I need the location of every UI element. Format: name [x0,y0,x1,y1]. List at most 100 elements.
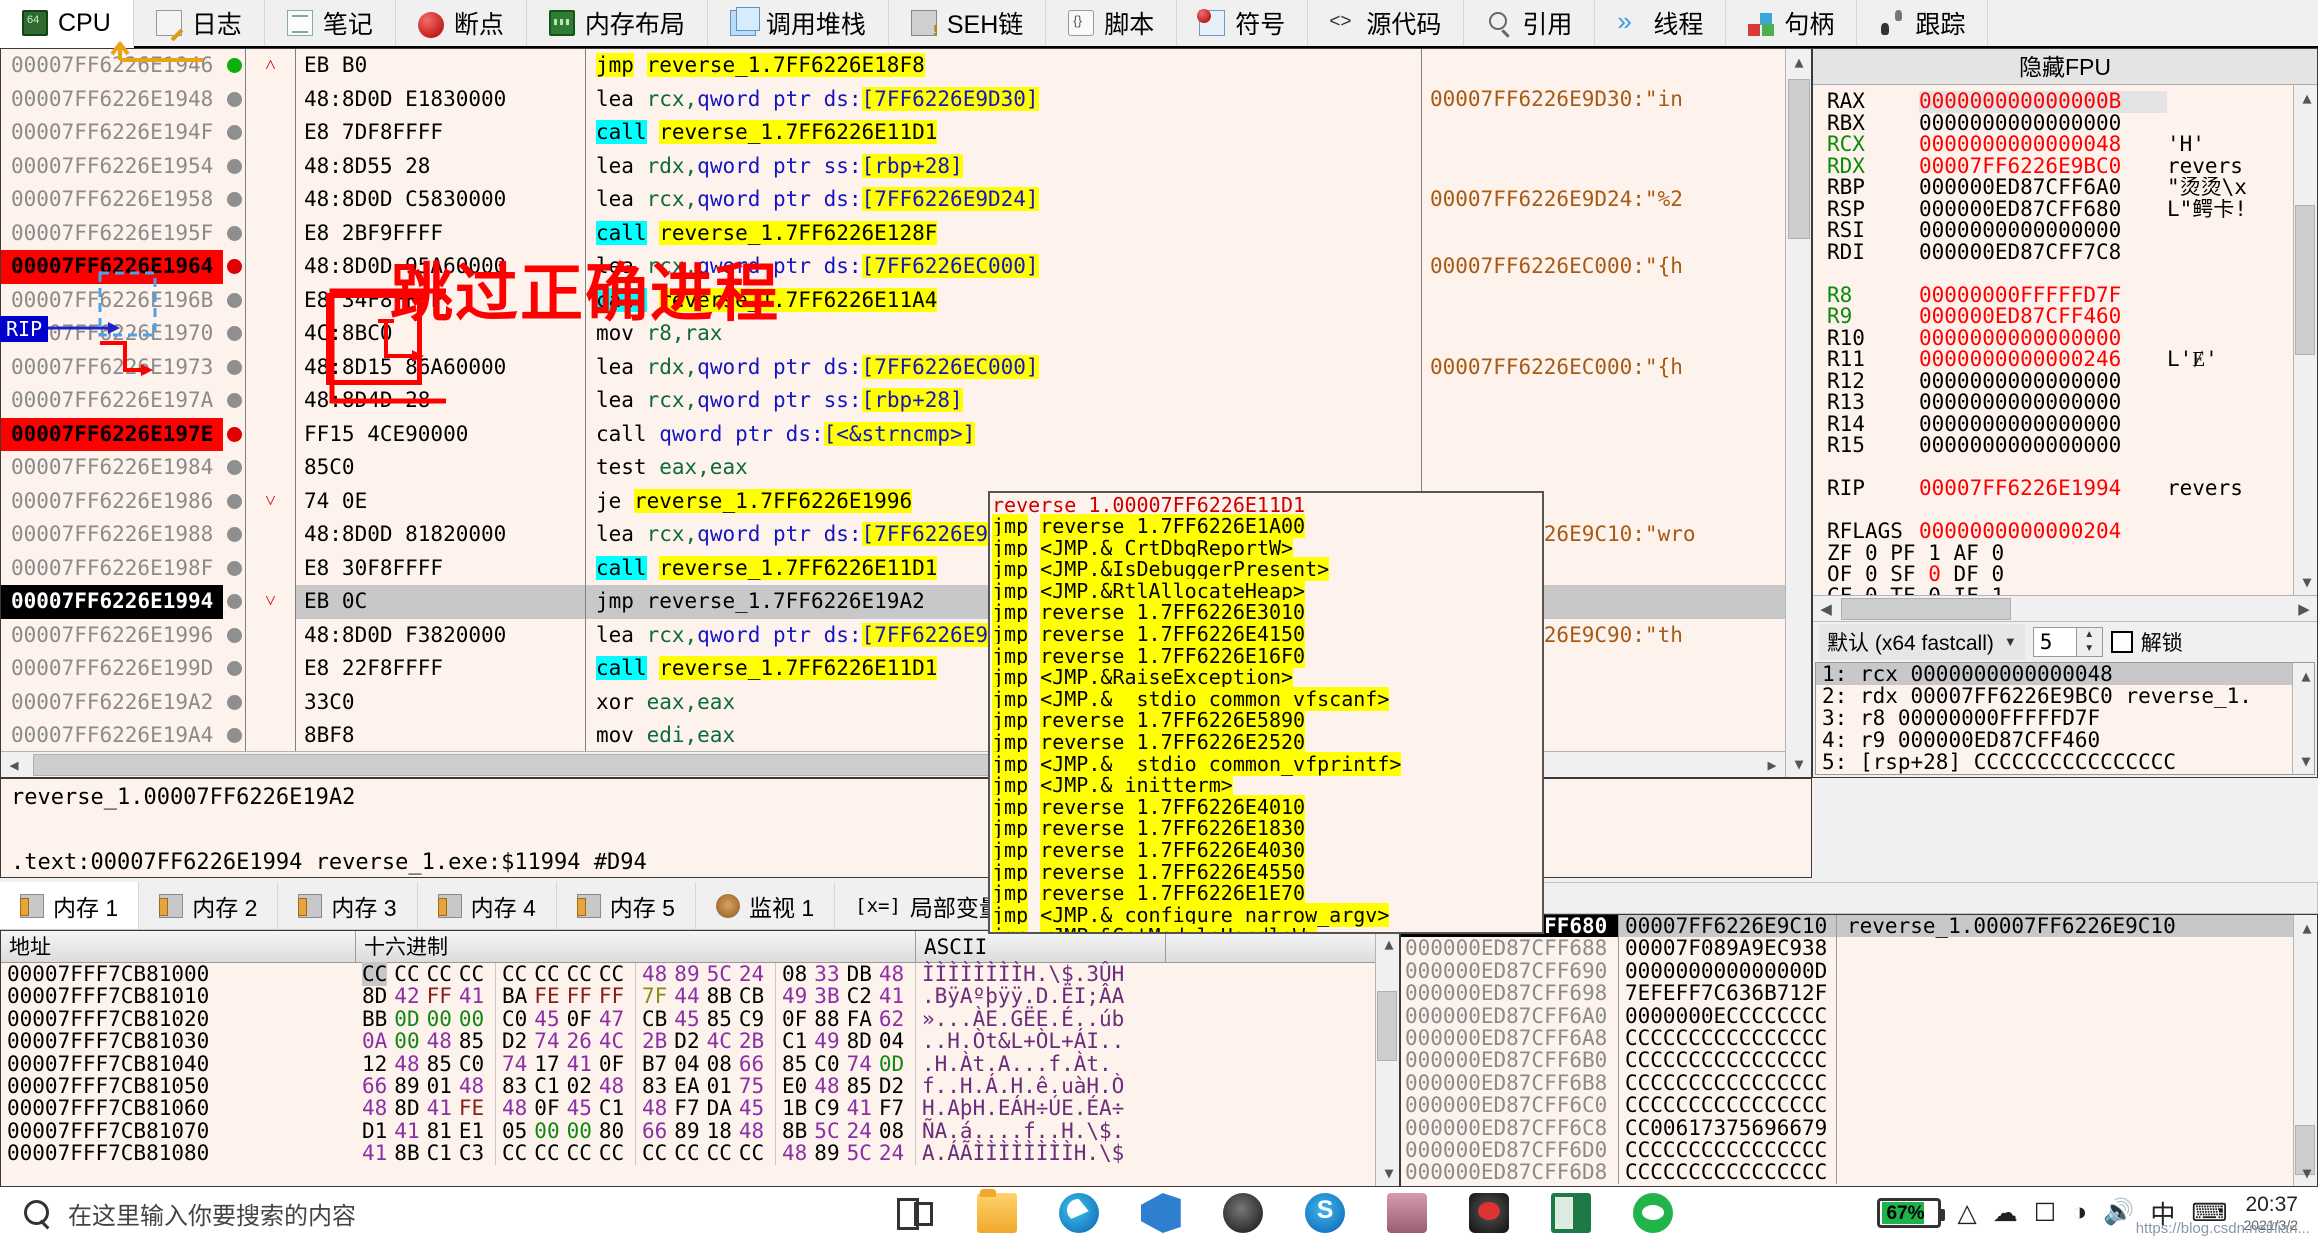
register-row[interactable]: R130000000000000000 [1827,392,2317,414]
dump-hex-byte[interactable]: CC [427,962,452,986]
dump-hex-byte[interactable]: C1 [427,1141,452,1165]
register-value[interactable]: 0000000000000000 [1919,113,2167,135]
tab-脚本[interactable]: 脚本 [1046,0,1177,46]
register-row[interactable]: RDI000000ED87CFF7C8 [1827,242,2317,264]
dump-hex-cells[interactable]: 418BC1C3CCCCCCCCCCCCCCCC48895C24 [356,1142,916,1164]
disasm-instruction[interactable]: lea rcx,qword ptr ds:[7FF6226EC000] [586,250,1421,284]
disasm-comment[interactable]: 00007FF6226E9D30:"in [1422,83,1811,117]
popup-jump-item[interactable]: jmp reverse_1.7FF6226E4150 [992,624,1542,646]
scroll-up-icon[interactable]: ▲ [2294,915,2318,941]
dump-hex-byte[interactable]: 45 [739,1096,764,1120]
disasm-instruction[interactable]: lea rdx,qword ptr ds:[7FF6226EC000] [586,351,1421,385]
breakpoint-toggle[interactable] [223,384,245,418]
register-value[interactable]: 0000000000000000 [1919,371,2167,393]
dump-hex-byte[interactable]: 89 [674,1119,699,1143]
dump-hex-byte[interactable]: 41 [567,1052,592,1076]
dump-hex-byte[interactable]: D2 [879,1074,904,1098]
popup-jump-item[interactable]: jmp reverse_1.7FF6226E1830 [992,818,1542,840]
x64dbg-icon[interactable] [1469,1193,1509,1233]
flag-value[interactable]: 0 [1865,584,1878,596]
disasm-bytes[interactable]: 8BF8 [296,719,585,753]
disasm-comment[interactable] [1422,217,1811,251]
dump-hex-byte[interactable]: 26 [567,1029,592,1053]
dump-hex-byte[interactable]: CC [674,1141,699,1165]
breakpoint-toggle[interactable] [223,518,245,552]
disasm-comment[interactable] [1422,418,1811,452]
dump-hex-byte[interactable]: 48 [394,1052,419,1076]
dump-hex-byte[interactable]: 17 [534,1052,559,1076]
disasm-bytes[interactable]: 48:8D0D 95A60000 [296,250,585,284]
disasm-comment[interactable]: 00007FF6226E9D24:"%2 [1422,183,1811,217]
dump-hex-byte[interactable]: 66 [642,1119,667,1143]
scroll-left-icon[interactable]: ◀ [1,752,27,778]
dump-hex-byte[interactable]: 48 [782,1141,807,1165]
disasm-bytes[interactable]: 33C0 [296,686,585,720]
disasm-bytes[interactable]: E8 7DF8FFFF [296,116,585,150]
unlock-checkbox[interactable]: 解锁 [2111,627,2183,657]
popup-jump-item[interactable]: jmp <JMP.&RaiseException> [992,667,1542,689]
register-value[interactable]: 0000000000000204 [1919,521,2167,543]
disasm-address[interactable]: 00007FF6226E194F [1,116,223,150]
dump-hex-byte[interactable]: E1 [459,1119,484,1143]
dump-hex-byte[interactable]: C3 [459,1141,484,1165]
flag-value[interactable]: 0 [1865,562,1878,586]
register-row[interactable]: R110000000000000246L'Ɇ' [1827,349,2317,371]
stepper-arrows[interactable]: ▲▼ [2076,628,2102,656]
dump-hex-byte[interactable]: 74 [534,1029,559,1053]
dump-hex-cells[interactable]: BB0D0000C0450F47CB4585C90F88FA62 [356,1008,916,1030]
register-row[interactable]: RCX0000000000000048'H' [1827,134,2317,156]
dump-hex-byte[interactable]: 48 [642,962,667,986]
register-row[interactable]: R140000000000000000 [1827,414,2317,436]
popup-jump-item[interactable]: jmp reverse_1.7FF6226E16F0 [992,646,1542,668]
scrollbar-thumb-h[interactable] [33,754,1033,776]
scroll-right-icon[interactable]: ▶ [1759,752,1785,778]
dump-hex-byte[interactable]: 48 [427,1029,452,1053]
dump-row[interactable]: 00007FFF7CB81000CCCCCCCCCCCCCCCC48895C24… [1,963,1399,985]
scroll-down-icon[interactable]: ▼ [2294,569,2317,595]
tab-句柄[interactable]: 句柄 [1726,0,1857,46]
dump-hex-byte[interactable]: CC [459,962,484,986]
dump-hex-byte[interactable]: 80 [599,1119,624,1143]
register-row[interactable]: RDX00007FF6226E9BC0revers [1827,156,2317,178]
dump-header-address[interactable]: 地址 [1,931,356,962]
dump-hex-byte[interactable]: 18 [707,1119,732,1143]
taskbar-search-box[interactable]: 在这里输入你要搜索的内容 [0,1187,690,1239]
scroll-down-icon[interactable]: ▼ [1786,751,1812,777]
dump-hex-byte[interactable]: 24 [847,1119,872,1143]
disasm-bytes[interactable]: 4C:8BC0 [296,317,585,351]
stack-row[interactable]: 000000ED87CFF6C8CC00617375696679 [1401,1117,2317,1139]
dump-hex-byte[interactable]: 48 [879,962,904,986]
stack-value[interactable]: 00007F089A9EC938 [1619,937,1837,959]
bullet-dot-icon[interactable] [227,728,242,743]
disasm-address[interactable]: 00007FF6226E1996 [1,619,223,653]
tab-断点[interactable]: 断点 [396,0,527,46]
bullet-dot-icon[interactable] [227,561,242,576]
task-view-icon[interactable] [895,1193,935,1233]
register-value[interactable]: 000000ED87CFF6A0 [1919,177,2167,199]
dump-hex-byte[interactable]: 0F [567,1007,592,1031]
breakpoint-toggle[interactable] [223,183,245,217]
disasm-comment[interactable] [1422,150,1811,184]
scrollbar-thumb[interactable] [1788,79,1810,239]
dump-hex-byte[interactable]: 49 [782,984,807,1008]
breakpoint-toggle[interactable] [223,619,245,653]
bullet-dot-icon[interactable] [227,527,242,542]
dump-hex-byte[interactable]: B7 [642,1052,667,1076]
dump-ascii[interactable]: ÌÌÌÌÌÌÌÌH.\$.3ÛH [916,963,1166,985]
scroll-up-icon[interactable]: ▲ [1376,931,1400,957]
dump-hex-byte[interactable]: 8B [707,984,732,1008]
dump-hex-byte[interactable]: 5C [707,962,732,986]
register-value[interactable]: 000000000000000B [1919,91,2167,113]
breakpoint-toggle[interactable] [223,652,245,686]
dump-hex-byte[interactable]: CC [534,962,559,986]
dump-hex-byte[interactable]: 00 [394,1029,419,1053]
dump-hex-byte[interactable]: C2 [847,984,872,1008]
hide-fpu-button[interactable]: 隐藏FPU [1813,49,2317,85]
dump-hex-cells[interactable]: 8D42FF41BAFEFFFF7F448BCB493BC241 [356,985,916,1007]
register-row[interactable]: R9000000ED87CFF460 [1827,306,2317,328]
dump-hex-byte[interactable]: F7 [879,1096,904,1120]
dump-hex-byte[interactable]: 8B [394,1141,419,1165]
dump-hex-byte[interactable]: 44 [674,984,699,1008]
breakpoint-toggle[interactable] [223,686,245,720]
dump-ascii[interactable]: »...ÀE.GËE.É..úb [916,1008,1166,1030]
